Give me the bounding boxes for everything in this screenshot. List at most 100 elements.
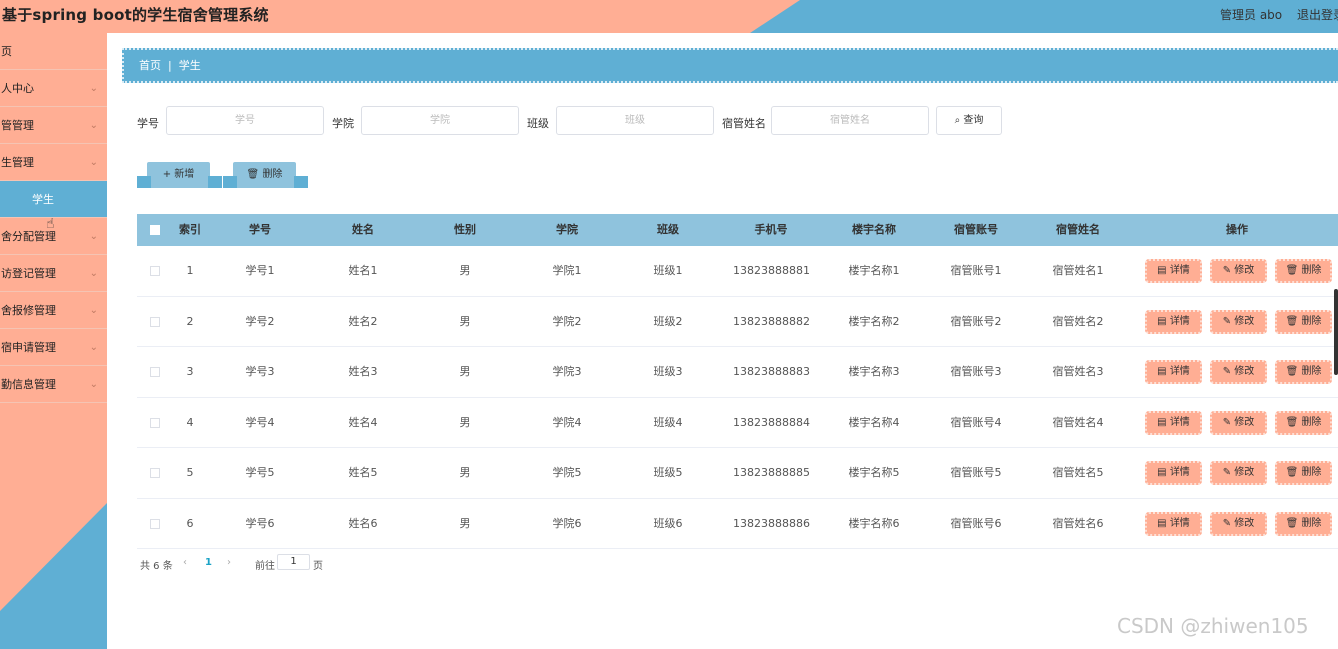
column-header: 手机号 — [754, 223, 788, 236]
detail-button-label: 详情 — [1169, 265, 1190, 276]
sidebar-item-label: 舍报修管理 — [1, 304, 56, 317]
sidebar-subitem-4[interactable]: 学生 — [0, 181, 107, 218]
prev-page-icon[interactable]: ‹ — [183, 557, 187, 568]
college-input[interactable] — [361, 106, 519, 135]
table-cell: 班级6 — [653, 516, 683, 530]
detail-button[interactable]: ▤ 详情 — [1145, 461, 1202, 485]
sidebar-item-7[interactable]: 舍报修管理 ⌄ — [0, 292, 107, 329]
search-label-dorm-manager: 宿管姓名 — [722, 117, 766, 130]
row-checkbox[interactable] — [150, 367, 160, 377]
sidebar-item-label: 管管理 — [1, 119, 34, 132]
edit-button-label: 修改 — [1234, 467, 1255, 478]
detail-button[interactable]: ▤ 详情 — [1145, 360, 1202, 384]
scrollbar-thumb[interactable] — [1334, 289, 1338, 375]
delete-button[interactable]: 🗑 删除 — [1275, 360, 1332, 384]
chevron-down-icon: ⌄ — [89, 120, 98, 131]
table-cell: 13823888882 — [733, 314, 810, 328]
chevron-down-icon: ⌄ — [89, 83, 98, 94]
sidebar-item-1[interactable]: 人中心 ⌄ — [0, 70, 107, 107]
detail-button[interactable]: ▤ 详情 — [1145, 410, 1202, 435]
column-header: 姓名 — [352, 223, 374, 236]
sidebar-item-0[interactable]: 页 — [0, 33, 107, 70]
table-cell: 姓名2 — [348, 314, 378, 328]
sidebar-item-label: 人中心 — [1, 82, 34, 95]
sidebar-item-8[interactable]: 宿申请管理 ⌄ — [0, 329, 107, 366]
page-number[interactable]: 1 — [205, 557, 212, 568]
edit-button-label: 修改 — [1234, 265, 1255, 276]
detail-button[interactable]: ▤ 详情 — [1145, 309, 1202, 334]
chevron-down-icon: ⌄ — [89, 268, 98, 279]
table-cell: 学号5 — [245, 466, 275, 479]
table-cell: 班级5 — [653, 466, 683, 479]
row-checkbox[interactable] — [150, 266, 160, 276]
table-cell: 楼宇名称5 — [848, 466, 900, 479]
batch-delete-button[interactable]: 🗑 删除 — [223, 162, 308, 188]
table-cell: 1 — [186, 264, 194, 277]
row-checkbox[interactable] — [150, 518, 160, 529]
document-icon: ▤ — [1157, 265, 1170, 276]
table-cell: 13823888885 — [733, 466, 810, 479]
table-row: 1 学号1 姓名1 男 学院1 班级1 13823888881 楼宇名称1 宿管账号1 宿管姓名1… — [137, 246, 1338, 297]
detail-button-label: 详情 — [1169, 467, 1190, 478]
table-cell: 宿管姓名2 — [1052, 314, 1104, 328]
edit-button-label: 修改 — [1234, 416, 1255, 428]
row-checkbox[interactable] — [150, 417, 160, 428]
sidebar-decoration — [0, 503, 107, 649]
edit-button[interactable]: ✎ 修改 — [1210, 360, 1267, 384]
delete-button[interactable]: 🗑 删除 — [1275, 309, 1332, 334]
column-header: 宿管账号 — [954, 223, 998, 236]
select-all-checkbox[interactable] — [150, 225, 160, 235]
chevron-down-icon: ⌄ — [89, 157, 98, 168]
logout-link[interactable]: 退出登录 — [1297, 6, 1338, 23]
query-button[interactable]: ⌕ 查询 — [936, 106, 1002, 135]
trash-icon: 🗑 — [1285, 467, 1302, 478]
detail-button[interactable]: ▤ 详情 — [1145, 259, 1202, 283]
search-label-college: 学院 — [332, 117, 354, 130]
table-cell: 男 — [459, 466, 471, 479]
table-cell: 班级3 — [653, 365, 683, 378]
sidebar-item-9[interactable]: 勤信息管理 ⌄ — [0, 366, 107, 403]
table-cell: 楼宇名称2 — [848, 314, 900, 328]
table-cell: 姓名3 — [348, 365, 378, 378]
table-cell: 男 — [459, 264, 471, 277]
class-input[interactable] — [556, 106, 714, 135]
dorm-manager-input[interactable] — [771, 106, 929, 135]
next-page-icon[interactable]: › — [227, 557, 231, 568]
detail-button[interactable]: ▤ 详情 — [1145, 511, 1202, 536]
edit-button[interactable]: ✎ 修改 — [1210, 461, 1267, 485]
table-cell: 学号2 — [245, 314, 275, 328]
sidebar-item-6[interactable]: 访登记管理 ⌄ — [0, 255, 107, 292]
add-button[interactable]: + 新增 — [137, 162, 222, 188]
table-cell: 班级1 — [653, 264, 683, 277]
chevron-down-icon: ⌄ — [89, 342, 98, 353]
table-cell: 学号1 — [245, 264, 275, 277]
detail-button-label: 详情 — [1169, 416, 1190, 428]
edit-button[interactable]: ✎ 修改 — [1210, 410, 1267, 435]
delete-button[interactable]: 🗑 删除 — [1275, 511, 1332, 536]
row-checkbox[interactable] — [150, 468, 160, 478]
breadcrumb-current: 学生 — [178, 59, 201, 72]
hand-cursor-icon: ☝ — [46, 216, 55, 232]
delete-button-label: 删除 — [1301, 366, 1322, 377]
edit-button-label: 修改 — [1234, 366, 1255, 377]
delete-button[interactable]: 🗑 删除 — [1275, 461, 1332, 485]
edit-button[interactable]: ✎ 修改 — [1210, 259, 1267, 283]
edit-button[interactable]: ✎ 修改 — [1210, 511, 1267, 536]
table-cell: 学院4 — [552, 415, 582, 429]
column-header: 操作 — [1226, 223, 1248, 236]
delete-button[interactable]: 🗑 删除 — [1275, 259, 1332, 283]
sidebar-item-3[interactable]: 生管理 ⌄ — [0, 144, 107, 181]
edit-button[interactable]: ✎ 修改 — [1210, 309, 1267, 334]
row-checkbox[interactable] — [150, 316, 160, 327]
delete-button[interactable]: 🗑 删除 — [1275, 410, 1332, 435]
delete-button-label: 删除 — [1301, 315, 1322, 327]
table-cell: 学院2 — [552, 314, 582, 328]
goto-page-input[interactable]: 1 — [277, 554, 310, 570]
student-table: 索引 学号 姓名 性别 学院 班级 手机号 楼宇名称 宿管账号 宿管姓名 操作 1 学号1 姓名1 男学院… — [137, 214, 1338, 549]
student-id-input[interactable] — [166, 106, 324, 135]
breadcrumb-home[interactable]: 首页 — [139, 59, 161, 72]
query-button-label: 查询 — [963, 115, 984, 126]
add-button-label: 新增 — [174, 169, 195, 180]
sidebar-item-2[interactable]: 管管理 ⌄ — [0, 107, 107, 144]
table-cell: 13823888883 — [733, 365, 810, 378]
